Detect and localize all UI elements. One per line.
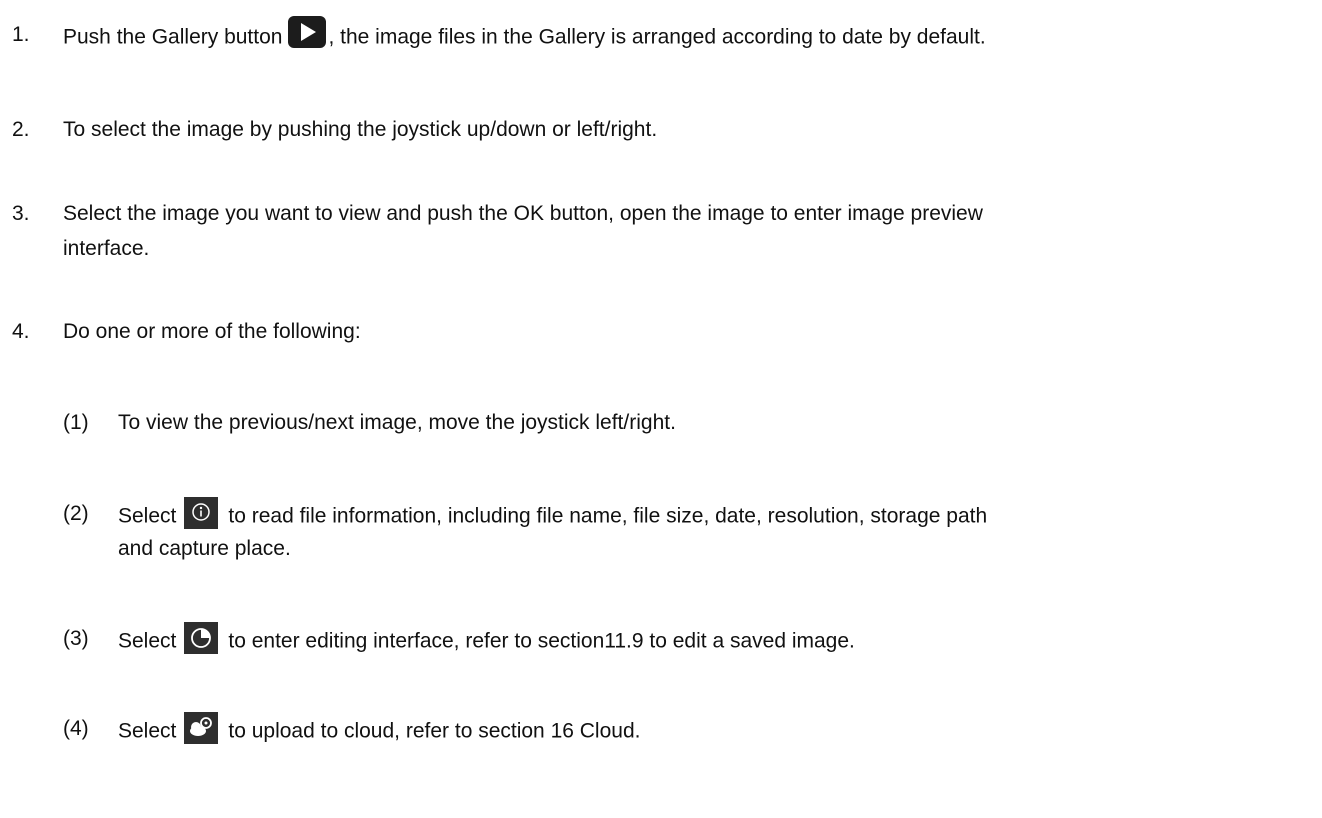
step-text: , the image files in the Gallery is arra…	[328, 25, 986, 49]
substep-text: Select	[118, 504, 177, 528]
substep-text: To view the previous/next image, move th…	[118, 411, 676, 434]
substep-number: (2)	[63, 502, 89, 525]
cloud-upload-icon	[184, 712, 219, 744]
step-3-continued: interface.	[63, 236, 149, 262]
substep-text: to read file information, including file…	[228, 504, 988, 528]
substep-text: to enter editing interface, refer to sec…	[228, 629, 855, 653]
substep-number: (4)	[63, 717, 89, 740]
substep-number: (3)	[63, 627, 89, 650]
play-icon	[288, 16, 327, 48]
substep-number: (1)	[63, 411, 89, 434]
substep-2-continued: and capture place.	[118, 536, 291, 562]
edit-pie-icon	[184, 622, 219, 654]
step-number: 1.	[12, 23, 30, 46]
substep-text: Select	[118, 629, 177, 653]
step-text: To select the image by pushing the joyst…	[63, 118, 658, 141]
substep-text: and capture place.	[118, 537, 291, 560]
step-number: 2.	[12, 118, 30, 141]
step-number: 4.	[12, 320, 30, 343]
step-text: interface.	[63, 237, 150, 260]
step-text: Select the image you want to view and pu…	[63, 202, 983, 225]
substep-text: to upload to cloud, refer to section 16 …	[228, 719, 641, 743]
substep-text: Select	[118, 719, 177, 743]
step-text: Do one or more of the following:	[63, 320, 361, 343]
step-number: 3.	[12, 202, 30, 225]
step-text: Push the Gallery button	[63, 25, 283, 49]
info-icon	[184, 497, 219, 529]
